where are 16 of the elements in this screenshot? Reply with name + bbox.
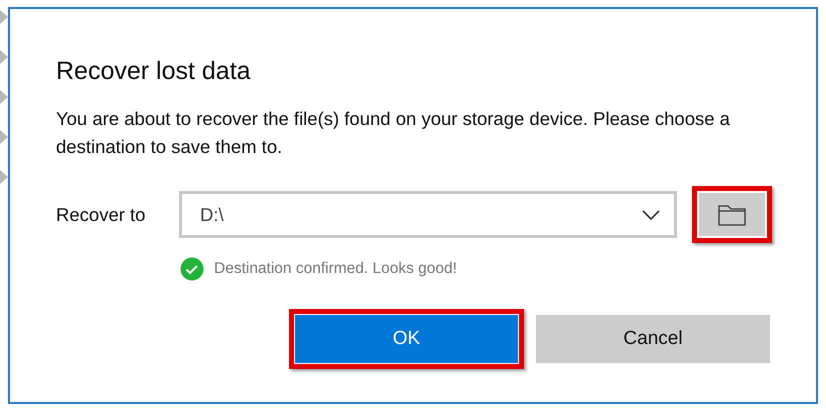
cancel-button[interactable]: Cancel (536, 315, 770, 363)
field-label: Recover to (56, 202, 146, 227)
folder-icon (718, 204, 746, 226)
destination-dropdown[interactable]: D:\ (179, 191, 676, 238)
chevron-down-icon (642, 210, 660, 220)
expand-arrow-icon (0, 90, 8, 104)
dialog-title: Recover lost data (56, 57, 252, 85)
expand-arrow-icon (0, 130, 8, 144)
expand-arrow-icon (0, 50, 8, 64)
status-message: Destination confirmed. Looks good! (214, 259, 457, 280)
dialog-message: You are about to recover the file(s) found on your storage device. Please choose a destination to save them to. (56, 107, 731, 159)
expand-arrow-icon (0, 170, 8, 184)
check-circle-icon (180, 257, 204, 281)
ok-button[interactable]: OK (295, 315, 518, 363)
expand-arrow-icon (0, 10, 8, 24)
browse-folder-button[interactable] (698, 193, 765, 236)
